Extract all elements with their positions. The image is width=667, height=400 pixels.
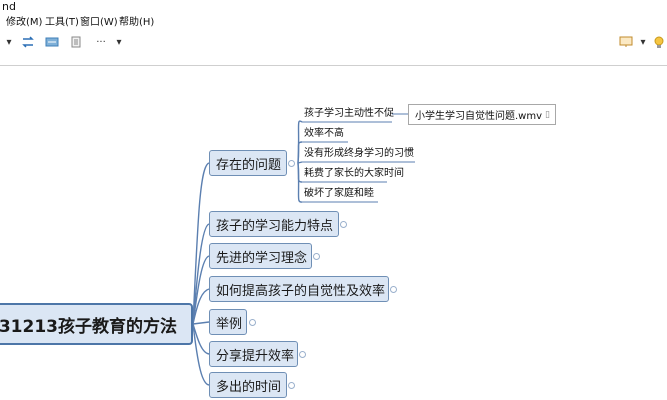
expand-icon[interactable] bbox=[340, 221, 347, 228]
document-icon[interactable] bbox=[68, 36, 84, 50]
presentation-dropdown-arrow[interactable]: ▾ bbox=[638, 36, 648, 50]
attachment-label: 小学生学习自觉性问题.wmv bbox=[415, 111, 543, 122]
lightbulb-icon[interactable] bbox=[652, 36, 666, 50]
menu-help[interactable]: 帮助(H) bbox=[119, 16, 154, 30]
topic-extra-time[interactable]: 多出的时间 bbox=[209, 372, 287, 398]
expand-icon[interactable] bbox=[299, 351, 306, 358]
swap-icon[interactable] bbox=[20, 36, 36, 50]
more-dropdown-arrow[interactable]: ▾ bbox=[114, 36, 124, 50]
root-topic[interactable]: 31213孩子教育的方法 bbox=[0, 303, 193, 345]
subtopic-parent-time[interactable]: 耗费了家长的大家时间 bbox=[304, 167, 404, 181]
toolbar-dropdown-arrow[interactable]: ▾ bbox=[4, 36, 14, 50]
subtopic-low-efficiency[interactable]: 效率不高 bbox=[304, 127, 344, 141]
toolbar: ▾ ··· ▾ ▾ bbox=[0, 32, 667, 54]
topic-learning-ability[interactable]: 孩子的学习能力特点 bbox=[209, 211, 339, 237]
expand-icon[interactable] bbox=[249, 319, 256, 326]
attachment-icon: ▯ bbox=[545, 109, 550, 120]
window-title: nd bbox=[2, 0, 16, 13]
topic-examples[interactable]: 举例 bbox=[209, 309, 247, 335]
topic-improve-self-discipline[interactable]: 如何提高孩子的自觉性及效率 bbox=[209, 276, 389, 302]
collapse-icon[interactable] bbox=[288, 160, 295, 167]
menu-bar: 修改(M) 工具(T) 窗口(W) 帮助(H) bbox=[0, 14, 667, 32]
subtopic-family-harmony[interactable]: 破坏了家庭和睦 bbox=[304, 187, 374, 201]
expand-icon[interactable] bbox=[313, 253, 320, 260]
map-icon[interactable] bbox=[44, 36, 60, 50]
menu-tools[interactable]: 工具(T) bbox=[45, 16, 79, 30]
menu-modify[interactable]: 修改(M) bbox=[6, 16, 42, 30]
topic-existing-problems[interactable]: 存在的问题 bbox=[209, 150, 287, 176]
topic-share-efficiency[interactable]: 分享提升效率 bbox=[209, 341, 298, 367]
title-bar: nd bbox=[0, 0, 667, 14]
expand-icon[interactable] bbox=[390, 286, 397, 293]
subtopic-lifelong-habit[interactable]: 没有形成终身学习的习惯 bbox=[304, 147, 414, 161]
mindmap-canvas[interactable]: 31213孩子教育的方法 存在的问题 孩子的学习能力特点 先进的学习理念 如何提… bbox=[0, 66, 667, 400]
menu-window[interactable]: 窗口(W) bbox=[80, 16, 118, 30]
attachment-node[interactable]: 小学生学习自觉性问题.wmv ▯ bbox=[408, 104, 556, 125]
expand-icon[interactable] bbox=[288, 382, 295, 389]
topic-learning-concepts[interactable]: 先进的学习理念 bbox=[209, 243, 312, 269]
presentation-icon[interactable] bbox=[618, 36, 634, 50]
more-icon[interactable]: ··· bbox=[94, 36, 108, 50]
subtopic-initiative[interactable]: 孩子学习主动性不促 bbox=[304, 107, 394, 121]
